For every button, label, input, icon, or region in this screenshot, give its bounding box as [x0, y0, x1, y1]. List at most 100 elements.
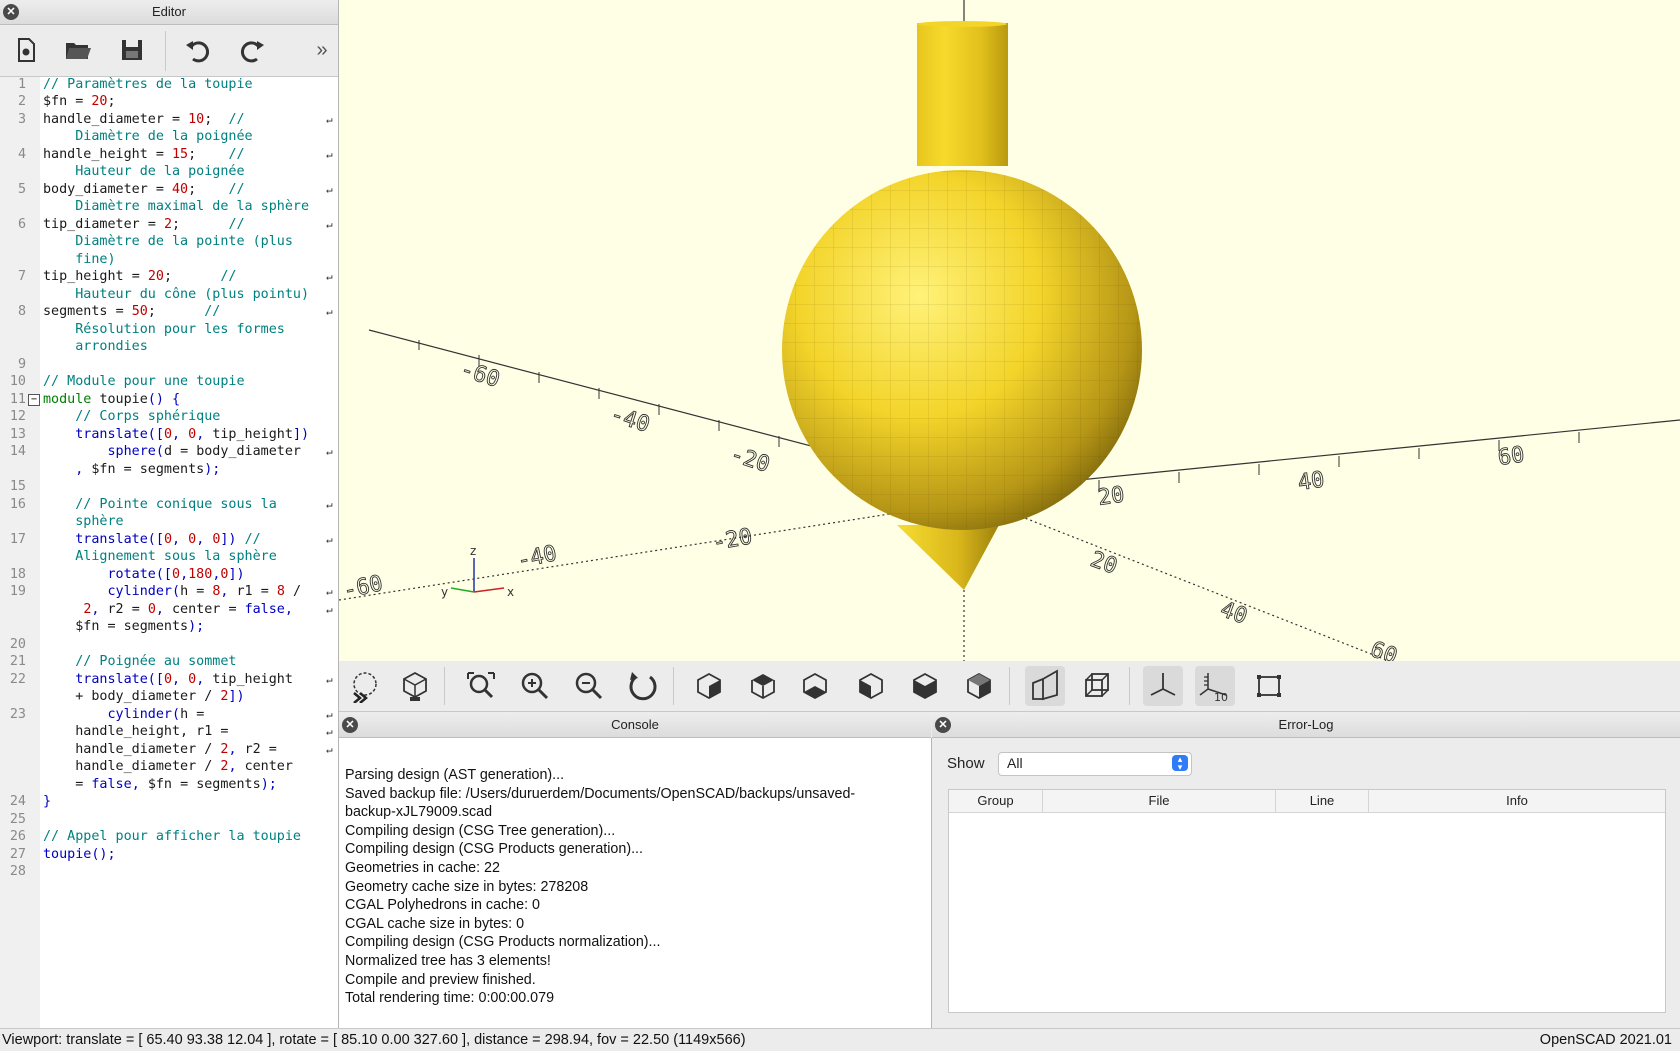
code-token: ,: [131, 777, 148, 792]
tick-label: -40: [607, 402, 653, 438]
code-line: arrondies: [43, 339, 148, 354]
show-scale-markers-icon[interactable]: 10: [1195, 666, 1235, 706]
render-icon[interactable]: [395, 666, 435, 706]
line-number: 14: [9, 444, 26, 459]
toolbar-separator: [165, 31, 166, 71]
view-bottom-icon[interactable]: [795, 666, 835, 706]
line-number: 22: [9, 672, 26, 687]
line-number: 6: [17, 217, 26, 232]
code-token: // Poignée au sommet: [43, 654, 237, 669]
code-token: Diamètre de la pointe (plus: [43, 234, 293, 249]
errorlog-table[interactable]: Group File Line Info: [948, 789, 1666, 1013]
line-number: 9: [17, 357, 26, 372]
code-line: + body_diameter / 2]): [43, 689, 244, 704]
view-top-icon[interactable]: [743, 666, 783, 706]
console-line: CGAL Polyhedrons in cache: 0: [345, 897, 540, 914]
code-token: sphère: [43, 514, 124, 529]
line-number: 10: [9, 374, 26, 389]
code-line: cylinder(h = 8, r1 = 8 /: [43, 584, 301, 599]
line-wrap-icon: ↵: [326, 218, 333, 231]
spinning-top-model[interactable]: [782, 21, 1142, 590]
toolbar-separator: [673, 667, 674, 705]
code-token: //: [204, 304, 221, 319]
tick-label: 40: [1217, 597, 1250, 630]
code-token: 20: [147, 269, 164, 284]
code-line: sphère: [43, 514, 124, 529]
code-token: handle_height, r1: [43, 724, 221, 739]
code-editor[interactable]: 1// Paramètres de la toupie 2 $fn = 20; 3 ha…: [0, 77, 338, 1028]
code-token: h: [180, 584, 197, 599]
code-token: /: [204, 689, 221, 704]
orthogonal-icon[interactable]: [1077, 666, 1117, 706]
code-line: rotate([0,180,0]): [43, 567, 244, 582]
cone-tip: [897, 525, 999, 590]
redo-icon[interactable]: [234, 32, 270, 68]
fold-toggle-icon[interactable]: −: [28, 394, 40, 406]
code-token: 180: [188, 567, 213, 582]
preview-icon[interactable]: [345, 666, 385, 706]
tick-label: 20: [1087, 547, 1120, 580]
console-line: Compiling design (CSG Products generatio…: [345, 841, 643, 858]
line-number: 13: [9, 427, 26, 442]
show-filter-select[interactable]: All ▴ ▾: [998, 752, 1192, 776]
sphere-facets: [782, 170, 1142, 530]
show-edges-icon[interactable]: [1249, 666, 1289, 706]
line-number: 27: [9, 847, 26, 862]
code-token: ;: [163, 269, 221, 284]
code-line: handle_height, r1 =: [43, 724, 228, 739]
line-number: 7: [17, 269, 26, 284]
more-icon[interactable]: »: [308, 32, 336, 68]
column-header-file[interactable]: File: [1043, 790, 1276, 812]
console-line: Compiling design (CSG Tree generation)..…: [345, 822, 616, 839]
save-icon[interactable]: [114, 32, 150, 68]
3d-viewport[interactable]: -60 -40 -20 20 40 60 -20 -40 -60 20 40 6…: [339, 0, 1680, 661]
code-line: Hauteur de la poignée: [43, 164, 244, 179]
console-line: Normalized tree has 3 elements!: [345, 953, 551, 969]
view-front-icon[interactable]: [905, 666, 945, 706]
errorlog-titlebar: ✕ Error-Log: [932, 713, 1680, 738]
view-back-icon[interactable]: [959, 666, 999, 706]
code-token: =: [43, 777, 92, 792]
new-file-icon[interactable]: [8, 32, 44, 68]
line-number: 1: [17, 77, 26, 92]
view-all-icon[interactable]: [461, 666, 501, 706]
code-token: cylinder(: [43, 584, 181, 599]
code-token: $fn: [43, 619, 108, 634]
code-token: );: [260, 777, 277, 792]
toolbar-separator: [1009, 667, 1010, 705]
line-wrap-icon: ↵: [326, 725, 333, 738]
code-token: ;: [204, 112, 229, 127]
code-token: =: [196, 707, 205, 722]
open-file-icon[interactable]: [60, 32, 96, 68]
perspective-icon[interactable]: [1025, 666, 1065, 706]
code-token: arrondies: [43, 339, 148, 354]
code-token: // Corps sphérique: [43, 409, 221, 424]
code-token: +: [43, 689, 92, 704]
code-token: 0: [188, 532, 197, 547]
show-axes-icon[interactable]: [1143, 666, 1183, 706]
view-right-icon[interactable]: [689, 666, 729, 706]
code-line: 2, r2 = 0, center = false,: [43, 602, 293, 617]
view-left-icon[interactable]: [851, 666, 891, 706]
code-token: fine): [43, 252, 116, 267]
axes-gizmo: z x y: [441, 544, 514, 599]
line-wrap-icon: ↵: [326, 673, 333, 686]
code-token: ;: [188, 182, 229, 197]
code-token: =: [268, 742, 277, 757]
code-token: segments: [123, 619, 189, 634]
zoom-in-icon[interactable]: [515, 666, 555, 706]
code-token: d: [163, 444, 181, 459]
console-output[interactable]: Parsing design (AST generation)... Saved …: [339, 738, 932, 1028]
code-token: ,: [196, 532, 213, 547]
3d-scene: -60 -40 -20 20 40 60 -20 -40 -60 20 40 6…: [339, 0, 1680, 661]
column-header-line[interactable]: Line: [1276, 790, 1369, 812]
console-line: backup-xJL79009.scad: [345, 804, 493, 821]
current-line-highlight: [40, 863, 338, 881]
column-header-info[interactable]: Info: [1369, 790, 1665, 812]
reset-view-icon[interactable]: [623, 666, 663, 706]
column-header-group[interactable]: Group: [949, 790, 1043, 812]
line-number: 28: [9, 864, 26, 879]
code-token: $fn: [147, 777, 181, 792]
undo-icon[interactable]: [180, 32, 216, 68]
zoom-out-icon[interactable]: [569, 666, 609, 706]
